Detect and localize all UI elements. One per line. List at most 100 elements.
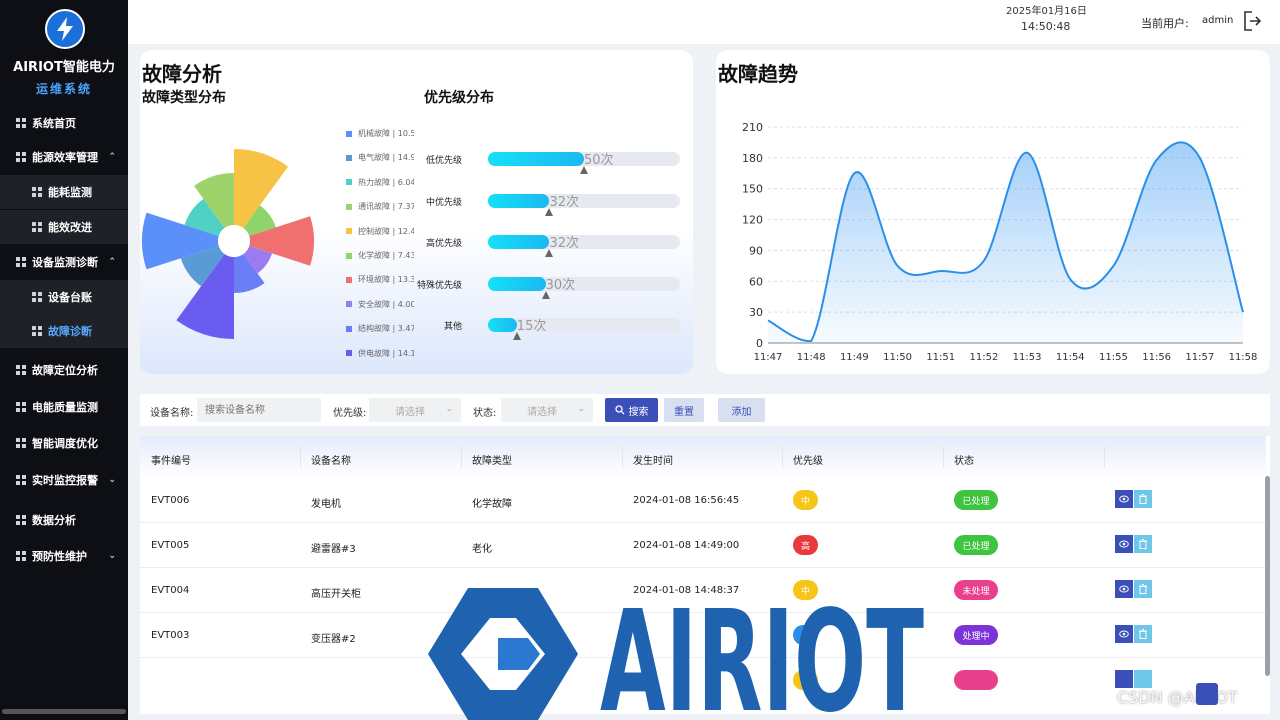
priority-label: 其他 bbox=[443, 322, 462, 332]
device-name-input[interactable] bbox=[197, 398, 321, 422]
sidebar-item-data-analysis[interactable]: 数据分析 bbox=[0, 503, 128, 537]
priority-bar[interactable] bbox=[488, 193, 550, 208]
priority-marker-icon bbox=[541, 290, 550, 299]
view-button[interactable] bbox=[1115, 490, 1133, 508]
sidebar-item-fault-diagnosis[interactable]: 故障诊断 bbox=[0, 314, 128, 348]
delete-button[interactable] bbox=[1134, 535, 1152, 553]
table-scrollbar[interactable] bbox=[1265, 476, 1270, 676]
view-button[interactable] bbox=[1115, 670, 1133, 688]
priority-bar[interactable] bbox=[488, 235, 550, 249]
table-row[interactable]: EVT005 避雷器#3 老化 2024-01-08 14:49:00 高 已处理 bbox=[140, 523, 1266, 568]
priority-value: 50次 bbox=[584, 153, 614, 168]
sidebar-item-energy-monitor[interactable]: 能耗监测 bbox=[0, 175, 128, 209]
logout-icon[interactable] bbox=[1242, 10, 1262, 32]
fault-trend-chart: 0 30 60 90 120 150 180 210 11:47 11:48 11:49 11:50 1… bbox=[742, 121, 1257, 363]
sidebar-item-power-quality[interactable]: 电能质量监测 bbox=[0, 390, 128, 424]
sidebar-item-energy-efficiency[interactable]: 能源效率管理 ⌃ bbox=[0, 140, 128, 174]
grid-icon bbox=[16, 515, 26, 525]
fault-analysis-card: 故障分析 故障类型分布 优先级分布 机械故障 | 10.5 电气故障 | 14.9… bbox=[140, 50, 693, 374]
delete-button[interactable] bbox=[1134, 490, 1152, 508]
table-header: 事件编号 设备名称 故障类型 发生时间 优先级 状态 bbox=[140, 436, 1266, 478]
priority-marker-icon bbox=[512, 332, 521, 340]
legend-swatch bbox=[346, 130, 352, 137]
scroll-top-button[interactable] bbox=[1196, 683, 1218, 705]
x-tick-label: 11:52 bbox=[969, 352, 998, 363]
legend-item[interactable]: 结构故障 | 3.47 bbox=[346, 323, 414, 334]
grid-icon bbox=[16, 402, 26, 412]
legend-swatch bbox=[346, 301, 352, 308]
priority-title: 优先级分布 bbox=[424, 90, 494, 106]
legend-item[interactable]: 供电故障 | 14.1 bbox=[346, 348, 414, 359]
priority-select[interactable]: 请选择 ⌄ bbox=[369, 398, 461, 422]
current-user-label: 当前用户: bbox=[1141, 17, 1189, 30]
reset-button[interactable]: 重置 bbox=[664, 398, 704, 422]
y-tick-label: 60 bbox=[749, 275, 763, 288]
chevron-down-icon: ⌄ bbox=[445, 404, 453, 414]
priority-badge: 中 bbox=[793, 490, 818, 510]
sidebar-item-realtime-alarm[interactable]: 实时监控报警 ⌄ bbox=[0, 463, 128, 497]
sidebar-item-device-diagnosis[interactable]: 设备监测诊断 ⌃ bbox=[0, 245, 128, 279]
col-device-name: 设备名称 bbox=[311, 456, 351, 467]
fault-type-rose-chart bbox=[142, 149, 314, 339]
sidebar-item-efficiency-improve[interactable]: 能效改进 bbox=[0, 210, 128, 244]
x-tick-label: 11:57 bbox=[1185, 352, 1214, 363]
priority-marker-icon bbox=[580, 166, 588, 174]
table-row[interactable]: EVT006 发电机 化学故障 2024-01-08 16:56:45 中 已处理 bbox=[140, 478, 1266, 523]
device-name: 变压器#2 bbox=[311, 634, 356, 645]
sidebar-item-smart-dispatch[interactable]: 智能调度优化 bbox=[0, 426, 128, 460]
fault-type: 老化 bbox=[472, 544, 492, 555]
x-tick-label: 11:49 bbox=[840, 352, 869, 363]
sidebar-item-home[interactable]: 系统首页 bbox=[0, 106, 128, 140]
app-subtitle: 运维系统 bbox=[35, 82, 92, 96]
sidebar-item-device-ledger[interactable]: 设备台账 bbox=[0, 280, 128, 314]
x-tick-label: 11:55 bbox=[1099, 352, 1128, 363]
y-tick-label: 120 bbox=[742, 214, 763, 227]
delete-button[interactable] bbox=[1134, 625, 1152, 643]
priority-bar[interactable] bbox=[488, 276, 546, 291]
status-select[interactable]: 请选择 ⌄ bbox=[501, 398, 593, 422]
device-name: 避雷器#3 bbox=[311, 544, 356, 555]
legend-item[interactable]: 通讯故障 | 7.37 bbox=[346, 201, 414, 212]
chevron-down-icon: ⌄ bbox=[108, 475, 116, 485]
lightning-logo-icon bbox=[45, 9, 85, 49]
legend-item[interactable]: 环境故障 | 13.3 bbox=[346, 274, 414, 285]
sidebar-scrollbar[interactable] bbox=[2, 709, 126, 714]
search-icon bbox=[614, 405, 624, 415]
fault-trend-title: 故障趋势 bbox=[718, 62, 798, 86]
legend-item[interactable]: 电气故障 | 14.9 bbox=[346, 152, 414, 163]
legend-item[interactable]: 安全故障 | 4.00 bbox=[346, 299, 414, 310]
legend-swatch bbox=[346, 252, 352, 259]
priority-bar[interactable] bbox=[488, 318, 517, 332]
view-button[interactable] bbox=[1115, 535, 1133, 553]
search-button[interactable]: 搜索 bbox=[605, 398, 658, 422]
legend-item[interactable]: 化学故障 | 7.43 bbox=[346, 250, 414, 261]
event-id: EVT004 bbox=[151, 585, 190, 596]
grid-icon bbox=[16, 438, 26, 448]
legend-swatch bbox=[346, 350, 352, 357]
legend-swatch bbox=[346, 154, 352, 161]
sidebar-item-preventive-maintenance[interactable]: 预防性维护 ⌄ bbox=[0, 539, 128, 573]
trash-icon bbox=[1139, 584, 1147, 594]
priority-bar[interactable] bbox=[488, 152, 584, 166]
legend-item[interactable]: 热力故障 | 6.04 bbox=[346, 177, 414, 188]
priority-label: 低优先级 bbox=[425, 156, 462, 166]
delete-button[interactable] bbox=[1134, 580, 1152, 598]
legend-item[interactable]: 机械故障 | 10.5 bbox=[346, 128, 414, 139]
grid-icon bbox=[32, 326, 42, 336]
csdn-credit: CSDN @AIRIOT bbox=[1117, 688, 1238, 707]
delete-button[interactable] bbox=[1134, 670, 1152, 688]
x-tick-label: 11:54 bbox=[1056, 352, 1085, 363]
sidebar-item-fault-location[interactable]: 故障定位分析 bbox=[0, 353, 128, 387]
status-badge: 未处理 bbox=[954, 580, 998, 600]
eye-icon bbox=[1119, 540, 1129, 548]
y-tick-label: 150 bbox=[742, 183, 763, 196]
eye-icon bbox=[1119, 495, 1129, 503]
x-tick-label: 11:56 bbox=[1142, 352, 1171, 363]
view-button[interactable] bbox=[1115, 580, 1133, 598]
priority-row: 低优先级 50次 bbox=[420, 150, 680, 174]
add-button[interactable]: 添加 bbox=[718, 398, 765, 422]
legend-item[interactable]: 控制故障 | 12.4 bbox=[346, 226, 414, 237]
col-status: 状态 bbox=[954, 456, 974, 467]
view-button[interactable] bbox=[1115, 625, 1133, 643]
y-tick-label: 30 bbox=[749, 306, 763, 319]
